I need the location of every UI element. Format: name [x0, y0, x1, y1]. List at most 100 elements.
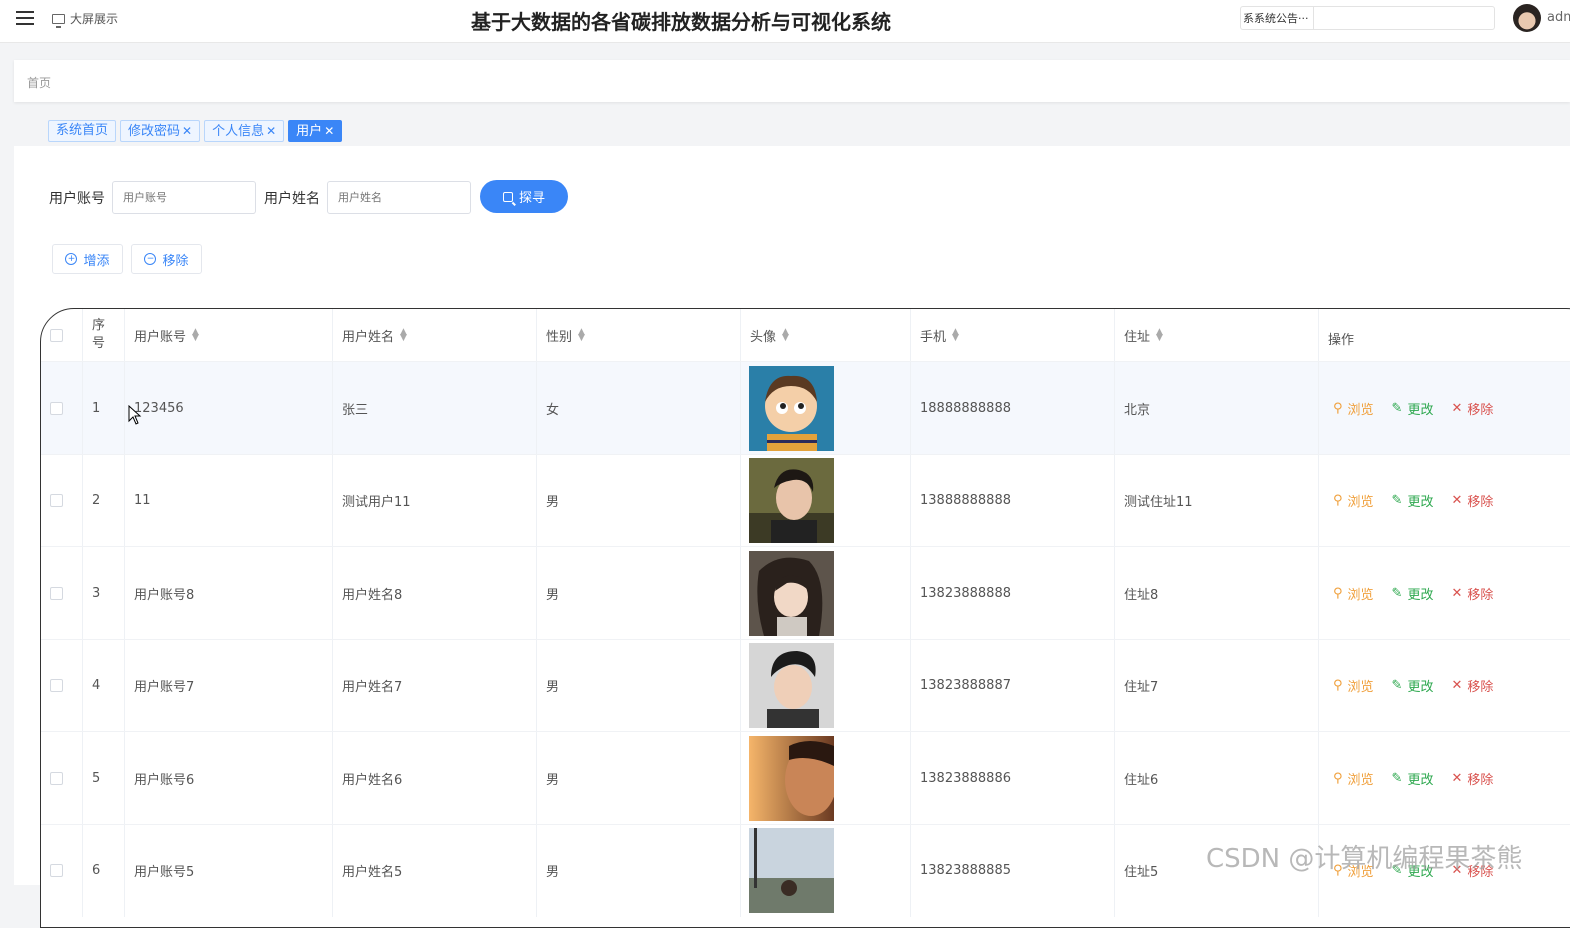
sort-icon[interactable]: ▲ ▼: [952, 328, 959, 343]
cell-name: 用户姓名6: [333, 732, 537, 824]
name-search-input[interactable]: [327, 181, 471, 214]
sort-icon[interactable]: ▲ ▼: [192, 328, 199, 343]
cell-avatar: [741, 454, 911, 547]
cell-account: 用户账号5: [125, 824, 333, 917]
delete-button[interactable]: ✕ 移除: [1451, 491, 1493, 510]
cell-index: 3: [83, 547, 125, 639]
column-header-avatar[interactable]: 头像 ▲ ▼: [741, 309, 911, 361]
edit-button[interactable]: ✎ 更改: [1392, 491, 1434, 510]
sort-icon[interactable]: ▲ ▼: [1156, 328, 1163, 343]
edit-button[interactable]: ✎ 更改: [1392, 399, 1434, 418]
tab-profile[interactable]: 个人信息 ✕: [204, 120, 285, 142]
avatar-photo[interactable]: [749, 365, 834, 451]
column-header-address[interactable]: 住址 ▲ ▼: [1115, 309, 1319, 361]
delete-label: 移除: [1467, 680, 1494, 695]
account-search-input[interactable]: [112, 181, 256, 214]
cell-address: 住址7: [1115, 639, 1319, 732]
view-button[interactable]: ⚲ 浏览: [1333, 584, 1374, 603]
cell-ops: ⚲ 浏览 ✎ 更改 ✕ 移除: [1319, 362, 1570, 454]
user-name[interactable]: adm: [1547, 10, 1570, 25]
column-header-name[interactable]: 用户姓名 ▲ ▼: [333, 309, 537, 361]
tab-home[interactable]: 系统首页: [48, 120, 117, 142]
delete-button[interactable]: ✕ 移除: [1451, 676, 1493, 695]
cell-gender: 男: [537, 732, 741, 824]
close-icon: ✕: [1451, 678, 1463, 693]
view-label: 浏览: [1347, 495, 1374, 510]
avatar-photo[interactable]: [749, 735, 834, 821]
delete-button[interactable]: ✕ 移除: [1451, 399, 1493, 418]
edit-label: 更改: [1407, 587, 1434, 603]
row-checkbox[interactable]: [50, 586, 63, 600]
delete-label: 移除: [1467, 587, 1494, 603]
view-button[interactable]: ⚲ 浏览: [1333, 769, 1374, 788]
row-checkbox[interactable]: [50, 864, 63, 877]
select-all-checkbox[interactable]: [50, 328, 63, 342]
edit-label: 更改: [1407, 772, 1434, 788]
cell-account: 用户账号7: [125, 639, 333, 732]
search-button-label: 探寻: [518, 191, 545, 206]
column-header-phone[interactable]: 手机 ▲ ▼: [911, 309, 1115, 361]
column-header-gender[interactable]: 性别 ▲ ▼: [537, 309, 741, 361]
cell-index: 5: [83, 732, 125, 824]
bulk-remove-button[interactable]: − 移除: [131, 244, 202, 274]
table-row[interactable]: 2 11 测试用户11 男 13888888888 测试住址11 ⚲ 浏览 ✎ 更改 ✕ 移除: [41, 453, 1570, 547]
edit-icon: ✎: [1391, 678, 1403, 693]
notice-box[interactable]: 系系统公告···: [1240, 6, 1495, 30]
row-select-cell: [41, 639, 83, 732]
column-header-account[interactable]: 用户账号 ▲ ▼: [125, 309, 333, 361]
edit-button[interactable]: ✎ 更改: [1392, 769, 1434, 788]
breadcrumb: 首页: [14, 60, 1570, 102]
user-avatar[interactable]: [1513, 4, 1541, 32]
row-checkbox[interactable]: [50, 679, 63, 692]
add-button[interactable]: + 增添: [52, 244, 123, 274]
cell-gender: 男: [537, 454, 741, 547]
delete-button[interactable]: ✕ 移除: [1451, 584, 1493, 603]
close-icon[interactable]: ✕: [182, 124, 192, 138]
cell-account: 用户账号6: [125, 732, 333, 824]
table-row[interactable]: 4 用户账号7 用户姓名7 男 13823888887 住址7 ⚲ 浏览 ✎ 更改 ✕ 移除: [41, 638, 1570, 732]
cell-address: 住址6: [1115, 732, 1319, 824]
row-checkbox[interactable]: [50, 494, 63, 507]
sort-icon[interactable]: ▲ ▼: [578, 328, 585, 343]
cell-ops: ⚲ 浏览 ✎ 更改 ✕ 移除: [1319, 455, 1570, 547]
search-button[interactable]: 探寻: [480, 180, 568, 213]
view-button[interactable]: ⚲ 浏览: [1333, 399, 1374, 418]
tab-label: 个人信息: [212, 124, 265, 139]
cell-index: 6: [83, 824, 125, 917]
avatar-photo[interactable]: [749, 643, 834, 728]
avatar-photo[interactable]: [749, 550, 834, 636]
table-row[interactable]: 3 用户账号8 用户姓名8 男 13823888888 住址8 ⚲ 浏览 ✎ 更改 ✕ 移除: [41, 546, 1570, 639]
cell-avatar: [741, 362, 911, 454]
avatar-photo[interactable]: [749, 458, 834, 543]
cell-phone: 18888888888: [911, 362, 1115, 454]
sort-icon[interactable]: ▲ ▼: [400, 328, 407, 343]
cell-avatar: [741, 547, 911, 639]
table-row[interactable]: 1 123456 张三女 18888888888 北京 ⚲ 浏览 ✎ 更改 ✕ 移除: [41, 361, 1570, 454]
breadcrumb-home[interactable]: 首页: [27, 74, 51, 91]
view-label: 浏览: [1347, 772, 1374, 788]
watermark: CSDN @计算机编程果茶熊: [1206, 844, 1523, 874]
sort-icon[interactable]: ▲ ▼: [782, 328, 789, 343]
cell-ops: ⚲ 浏览 ✎ 更改 ✕ 移除: [1319, 547, 1570, 639]
row-checkbox[interactable]: [50, 771, 63, 785]
view-button[interactable]: ⚲ 浏览: [1333, 676, 1374, 695]
avatar-photo[interactable]: [749, 828, 834, 913]
close-icon: ✕: [1451, 493, 1463, 508]
cell-phone: 13823888885: [911, 824, 1115, 917]
edit-button[interactable]: ✎ 更改: [1392, 676, 1434, 695]
name-label: 用户姓名: [264, 191, 320, 207]
table-row[interactable]: 5 用户账号6 用户姓名6 男 13823888886 住址6 ⚲ 浏览 ✎ 更改 ✕ 移除: [41, 731, 1570, 824]
tab-label: 修改密码: [128, 124, 181, 139]
delete-button[interactable]: ✕ 移除: [1451, 769, 1493, 788]
view-button[interactable]: ⚲ 浏览: [1333, 491, 1374, 510]
edit-button[interactable]: ✎ 更改: [1392, 584, 1434, 603]
column-header-label: 操作: [1328, 332, 1355, 348]
close-icon[interactable]: ✕: [324, 124, 334, 138]
account-label: 用户账号: [49, 191, 105, 207]
column-header-label: 用户账号: [134, 329, 187, 345]
row-checkbox[interactable]: [50, 401, 63, 415]
tab-users[interactable]: 用户 ✕: [288, 120, 343, 142]
cell-name: 用户姓名5: [333, 824, 537, 917]
tab-change-password[interactable]: 修改密码 ✕: [120, 120, 201, 142]
close-icon[interactable]: ✕: [266, 124, 276, 138]
